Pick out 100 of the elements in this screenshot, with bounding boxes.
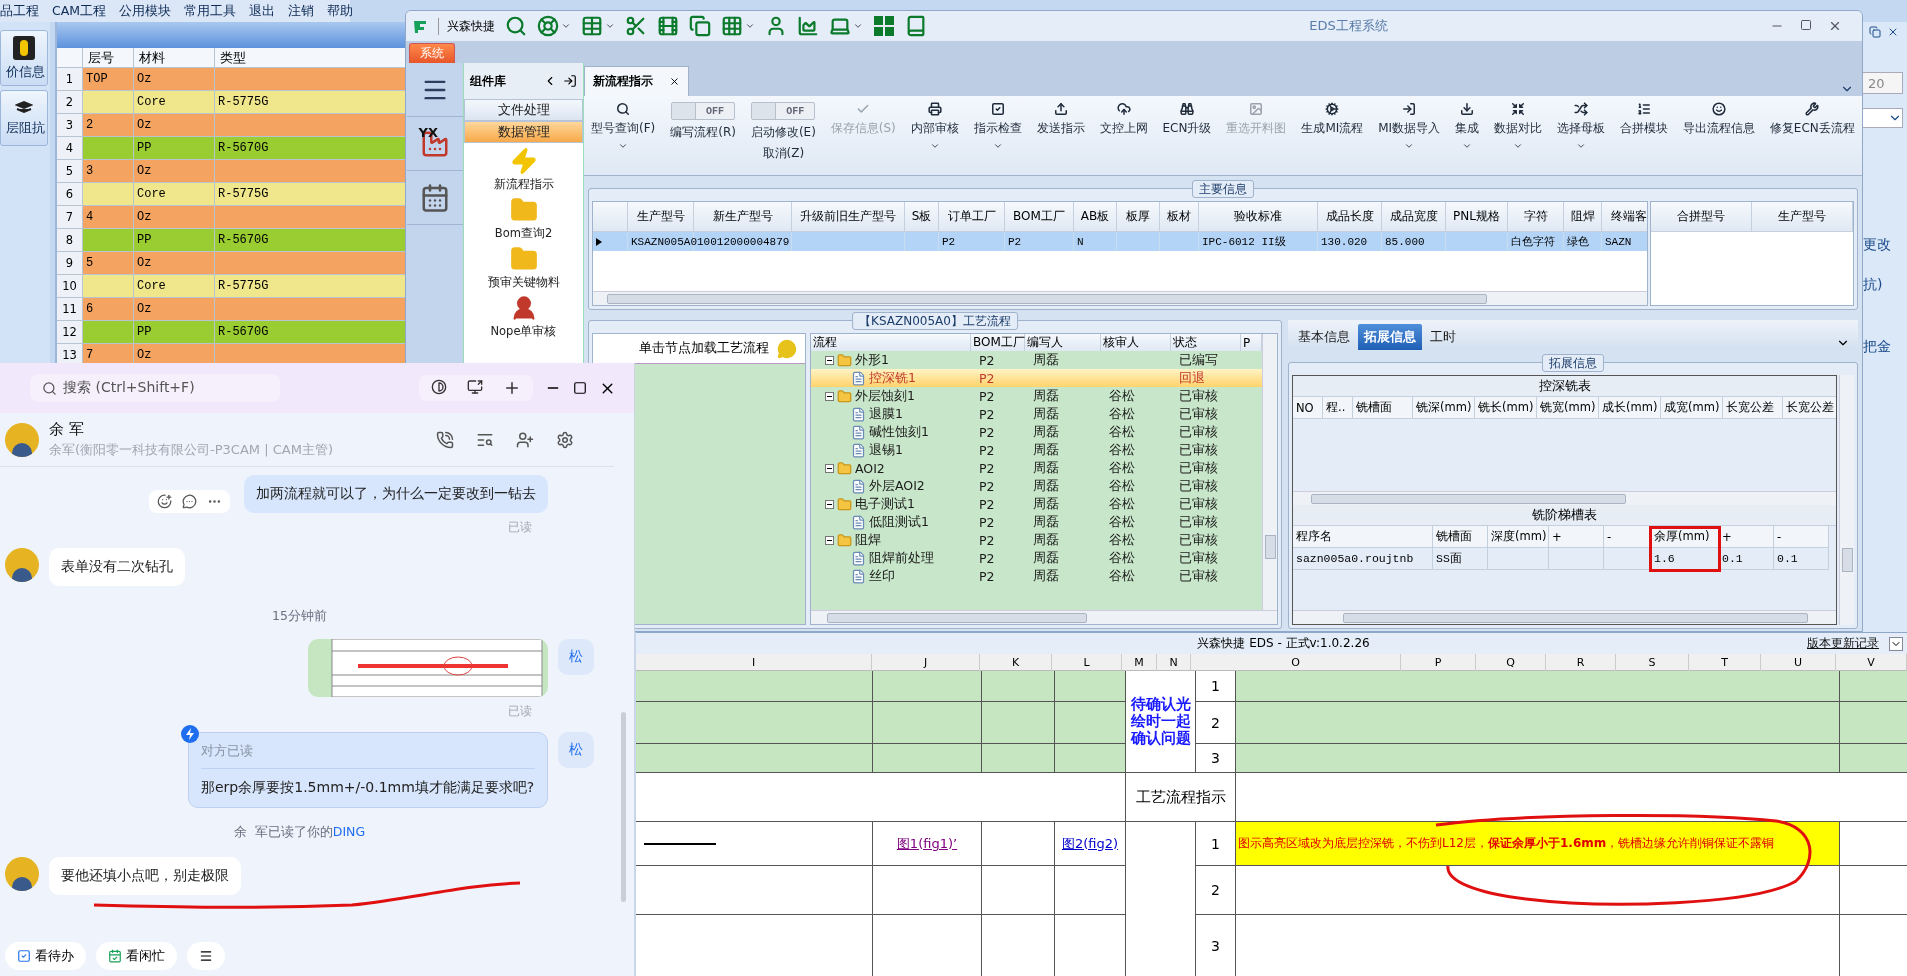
column-header[interactable]: 升级前旧生产型号	[792, 202, 905, 232]
side-button[interactable]: 层阻抗	[0, 90, 48, 146]
column-header[interactable]: 程序名	[1293, 526, 1433, 548]
column-header[interactable]: S板	[905, 202, 939, 232]
column-header[interactable]: AB板	[1074, 202, 1117, 232]
copy-icon[interactable]	[689, 15, 711, 37]
scrollbar[interactable]	[1839, 375, 1854, 625]
component-item[interactable]: Bom查询2	[464, 192, 583, 241]
collapse-toggle-icon[interactable]	[825, 391, 834, 401]
tree-row[interactable]: 丝印 P2 周磊 谷松 已审核	[811, 567, 1262, 585]
column-header[interactable]: 合拼型号	[1651, 202, 1752, 232]
tab[interactable]: 工时	[1424, 324, 1462, 350]
column-header[interactable]: 铣槽面	[1353, 397, 1413, 419]
toolbar-button[interactable]: 集成	[1452, 100, 1483, 171]
toolbar-button[interactable]: ECN升级	[1159, 100, 1215, 171]
tab[interactable]: 拓展信息	[1358, 324, 1422, 350]
section-header[interactable]: 文件处理	[464, 99, 583, 121]
maximize-icon[interactable]	[1800, 19, 1812, 31]
column-header[interactable]: 铣宽(mm)	[1537, 397, 1599, 419]
column-header[interactable]: 生产型号	[1752, 202, 1853, 232]
maximize-icon[interactable]	[573, 381, 587, 395]
close-icon[interactable]	[1887, 26, 1899, 38]
version-link[interactable]: 版本更新记录	[1807, 635, 1879, 652]
toolbar-button[interactable]: 合拼模块	[1616, 100, 1671, 171]
collapse-toggle-icon[interactable]	[825, 463, 834, 473]
column-header[interactable]: 新生产型号	[694, 202, 792, 232]
grid-icon[interactable]	[721, 15, 743, 37]
column-header[interactable]: BOM工厂	[971, 334, 1025, 351]
column-header[interactable]: 材料	[134, 48, 214, 67]
column-header[interactable]: +	[1719, 526, 1774, 548]
column-header[interactable]: PNL规格	[1446, 202, 1508, 232]
tree-row[interactable]: 控深铣1 P2 回退	[811, 369, 1262, 387]
search-icon[interactable]	[505, 15, 527, 37]
tree-row[interactable]: 外层AOI2 P2 周磊 谷松 已审核	[811, 477, 1262, 495]
settings-icon[interactable]	[556, 430, 574, 449]
call-icon[interactable]	[436, 430, 454, 449]
user-icon[interactable]	[765, 15, 787, 37]
scrollbar[interactable]	[1262, 334, 1277, 610]
toolbar-button[interactable]: 型号查询(F)	[588, 100, 659, 171]
restore-icon[interactable]	[1869, 26, 1881, 38]
column-header[interactable]: 铣深(mm)	[1413, 397, 1475, 419]
document-tab[interactable]: 新流程指示	[584, 66, 689, 96]
toolbar-button[interactable]: 文控上网	[1096, 100, 1151, 171]
column-header[interactable]: 层号	[83, 48, 133, 67]
laptop-icon[interactable]	[829, 15, 851, 37]
tree-row[interactable]: 阻焊前处理 P2 周磊 谷松 已审核	[811, 549, 1262, 567]
tab[interactable]: 基本信息	[1292, 324, 1356, 350]
film-icon[interactable]	[657, 15, 679, 37]
caret-icon[interactable]	[745, 21, 755, 31]
toolbar-button[interactable]: 发送指示	[1033, 100, 1088, 171]
column-header[interactable]: 长宽公差	[1723, 397, 1783, 419]
collapse-toggle-icon[interactable]	[825, 535, 834, 545]
caret-icon[interactable]	[853, 21, 863, 31]
column-header[interactable]: -	[1774, 526, 1829, 548]
toolbar-button[interactable]: 数据对比	[1491, 100, 1546, 171]
area-chart-icon[interactable]	[797, 15, 819, 37]
tree-row[interactable]: 退锡1 P2 周磊 谷松 已审核	[811, 441, 1262, 459]
collapse-toggle-icon[interactable]	[825, 355, 834, 365]
column-header[interactable]: 类型	[215, 48, 405, 67]
column-header[interactable]: P	[1241, 334, 1262, 351]
menu-item[interactable]: CAM工程	[52, 2, 107, 20]
section-header[interactable]: 数据管理	[464, 121, 583, 143]
column-header[interactable]: 核审人	[1101, 334, 1171, 351]
toolbar-button[interactable]: MI数据导入	[1375, 100, 1444, 171]
scrollbar[interactable]	[1293, 610, 1836, 624]
toolbar-button[interactable]: 生成MI流程	[1298, 100, 1367, 171]
column-header[interactable]: 铣槽面	[1433, 526, 1488, 548]
scrollbar[interactable]	[593, 291, 1647, 305]
scrollbar[interactable]	[811, 610, 1277, 624]
menu-item[interactable]: 常用工具	[184, 2, 237, 20]
tree-row[interactable]: 外层蚀刻1 P2 周磊 谷松 已审核	[811, 387, 1262, 405]
close-icon[interactable]	[669, 76, 680, 87]
shortcut-button[interactable]: 看闲忙	[96, 942, 177, 970]
shortcut-button[interactable]: 看待办	[5, 942, 86, 970]
windows-logo-icon[interactable]	[873, 15, 895, 37]
add-person-icon[interactable]	[516, 430, 534, 449]
column-header[interactable]: 状态	[1171, 334, 1241, 351]
column-header[interactable]: 成品长度	[1318, 202, 1382, 232]
reply-icon[interactable]	[182, 494, 197, 509]
add-icon[interactable]	[503, 379, 521, 397]
tree-row[interactable]: 碱性蚀刻1 P2 周磊 谷松 已审核	[811, 423, 1262, 441]
tree-row[interactable]: 电子测试1 P2 周磊 谷松 已审核	[811, 495, 1262, 513]
dropdown[interactable]	[1861, 108, 1903, 128]
column-header[interactable]: 长宽公差	[1783, 397, 1836, 419]
tree-row[interactable]: 退膜1 P2 周磊 谷松 已审核	[811, 405, 1262, 423]
column-header[interactable]: 深度(mm)	[1488, 526, 1549, 548]
table-row[interactable]: KSAZN005A010012000004879 P2 P2 N IPC-6012 II级 130.020 85.000 白色字符 绿色 SAZN	[593, 232, 1647, 251]
column-header[interactable]: 程..	[1323, 397, 1353, 419]
toggle-button[interactable]: OFF 编写流程(R)	[667, 100, 739, 171]
screen-share-icon[interactable]	[467, 379, 483, 395]
more-button[interactable]	[187, 942, 225, 970]
screenshot-thumbnail[interactable]	[308, 639, 548, 697]
toolbar-button[interactable]: 指示检查	[970, 100, 1025, 171]
tree-row[interactable]: 低阻测试1 P2 周磊 谷松 已审核	[811, 513, 1262, 531]
column-header[interactable]: 铣长(mm)	[1475, 397, 1537, 419]
component-item[interactable]: 预审关键物料	[464, 241, 583, 290]
react-icon[interactable]	[157, 494, 172, 509]
column-header[interactable]: 流程	[811, 334, 971, 351]
component-item[interactable]: 新流程指示	[464, 143, 583, 192]
caret-icon[interactable]	[561, 21, 571, 31]
